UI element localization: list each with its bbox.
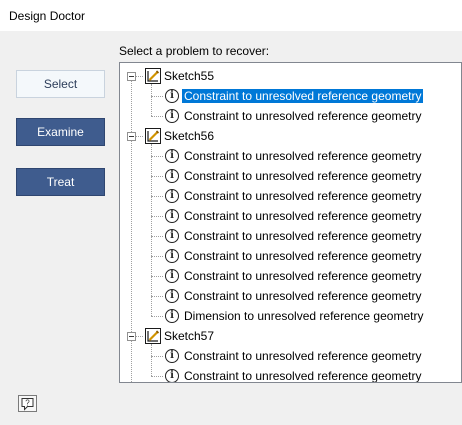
- treat-step-button[interactable]: Treat: [16, 168, 105, 196]
- info-icon: i: [165, 309, 179, 323]
- tree-problem-row[interactable]: i Constraint to unresolved reference geom…: [120, 266, 461, 286]
- tree-problem-label: Constraint to unresolved reference geome…: [184, 149, 422, 163]
- tree-problem-label: Constraint to unresolved reference geome…: [184, 229, 422, 243]
- tree-problem-row[interactable]: i Constraint to unresolved reference geom…: [120, 106, 461, 126]
- tree-problem-row[interactable]: i Constraint to unresolved reference geom…: [120, 366, 461, 383]
- tree-problem-row[interactable]: i Constraint to unresolved reference geom…: [120, 86, 461, 106]
- tree-connector: [151, 256, 163, 257]
- tree-connector: [136, 336, 143, 337]
- tree-connector: [151, 156, 163, 157]
- window-title: Design Doctor: [9, 9, 86, 23]
- collapse-toggle-icon[interactable]: [127, 132, 136, 141]
- tree-group-label: Sketch55: [164, 69, 215, 83]
- info-icon: i: [165, 169, 179, 183]
- tree-group-label: Sketch57: [164, 329, 215, 343]
- svg-text:?: ?: [25, 399, 30, 408]
- info-icon: i: [165, 229, 179, 243]
- tree-problem-label: Constraint to unresolved reference geome…: [182, 89, 424, 103]
- info-icon: i: [165, 189, 179, 203]
- tree-group-label: Sketch56: [164, 129, 215, 143]
- title-bar: Design Doctor: [0, 0, 462, 31]
- tree-problem-label: Dimension to unresolved reference geomet…: [184, 309, 424, 323]
- tree-connector: [151, 176, 163, 177]
- collapse-toggle-icon[interactable]: [127, 332, 136, 341]
- tree-group-row[interactable]: Sketch55: [120, 66, 461, 86]
- info-icon: i: [165, 149, 179, 163]
- info-icon: i: [165, 109, 179, 123]
- tree-connector: [136, 76, 143, 77]
- help-icon: ?: [21, 398, 34, 411]
- info-icon: i: [165, 89, 179, 103]
- problem-tree[interactable]: Sketch55 i Constraint to unresolved refere…: [119, 62, 462, 383]
- tree-connector: [151, 96, 163, 97]
- tree-problem-label: Constraint to unresolved reference geome…: [184, 349, 422, 363]
- tree-problem-label: Constraint to unresolved reference geome…: [184, 169, 422, 183]
- help-button[interactable]: ?: [18, 395, 37, 412]
- tree-connector: [151, 356, 163, 357]
- sketch-icon: [145, 328, 161, 344]
- tree-connector: [151, 216, 163, 217]
- tree-problem-label: Constraint to unresolved reference geome…: [184, 369, 422, 383]
- info-icon: i: [165, 369, 179, 382]
- info-icon: i: [165, 249, 179, 263]
- collapse-toggle-icon[interactable]: [127, 72, 136, 81]
- tree-prompt: Select a problem to recover:: [119, 44, 270, 58]
- tree-problem-row[interactable]: i Dimension to unresolved reference geome…: [120, 306, 461, 326]
- tree-problem-row[interactable]: i Constraint to unresolved reference geom…: [120, 166, 461, 186]
- tree-problem-row[interactable]: i Constraint to unresolved reference geom…: [120, 286, 461, 306]
- tree-problem-row[interactable]: i Constraint to unresolved reference geom…: [120, 206, 461, 226]
- sketch-icon: [145, 128, 161, 144]
- sketch-icon: [145, 68, 161, 84]
- info-icon: i: [165, 349, 179, 363]
- tree-group-row[interactable]: Sketch57: [120, 326, 461, 346]
- tree-connector: [151, 196, 163, 197]
- info-icon: i: [165, 289, 179, 303]
- tree-problem-row[interactable]: i Constraint to unresolved reference geom…: [120, 186, 461, 206]
- info-icon: i: [165, 209, 179, 223]
- info-icon: i: [165, 269, 179, 283]
- tree-problem-label: Constraint to unresolved reference geome…: [184, 269, 422, 283]
- tree-problem-label: Constraint to unresolved reference geome…: [184, 249, 422, 263]
- tree-group-row[interactable]: Sketch56: [120, 126, 461, 146]
- tree-connector: [151, 316, 163, 317]
- select-step-button[interactable]: Select: [16, 70, 105, 98]
- tree-connector: [151, 236, 163, 237]
- tree-problem-label: Constraint to unresolved reference geome…: [184, 109, 422, 123]
- tree-problem-label: Constraint to unresolved reference geome…: [184, 189, 422, 203]
- design-doctor-dialog: Design Doctor Select a problem to recove…: [0, 0, 462, 425]
- tree-problem-label: Constraint to unresolved reference geome…: [184, 209, 422, 223]
- tree-problem-label: Constraint to unresolved reference geome…: [184, 289, 422, 303]
- tree-problem-row[interactable]: i Constraint to unresolved reference geom…: [120, 346, 461, 366]
- tree-connector: [136, 136, 143, 137]
- tree-connector: [151, 276, 163, 277]
- tree-problem-row[interactable]: i Constraint to unresolved reference geom…: [120, 246, 461, 266]
- tree-connector: [151, 296, 163, 297]
- tree-problem-row[interactable]: i Constraint to unresolved reference geom…: [120, 226, 461, 246]
- tree-problem-row[interactable]: i Constraint to unresolved reference geom…: [120, 146, 461, 166]
- tree-connector: [151, 116, 163, 117]
- examine-step-button[interactable]: Examine: [16, 118, 105, 146]
- tree-connector: [151, 376, 163, 377]
